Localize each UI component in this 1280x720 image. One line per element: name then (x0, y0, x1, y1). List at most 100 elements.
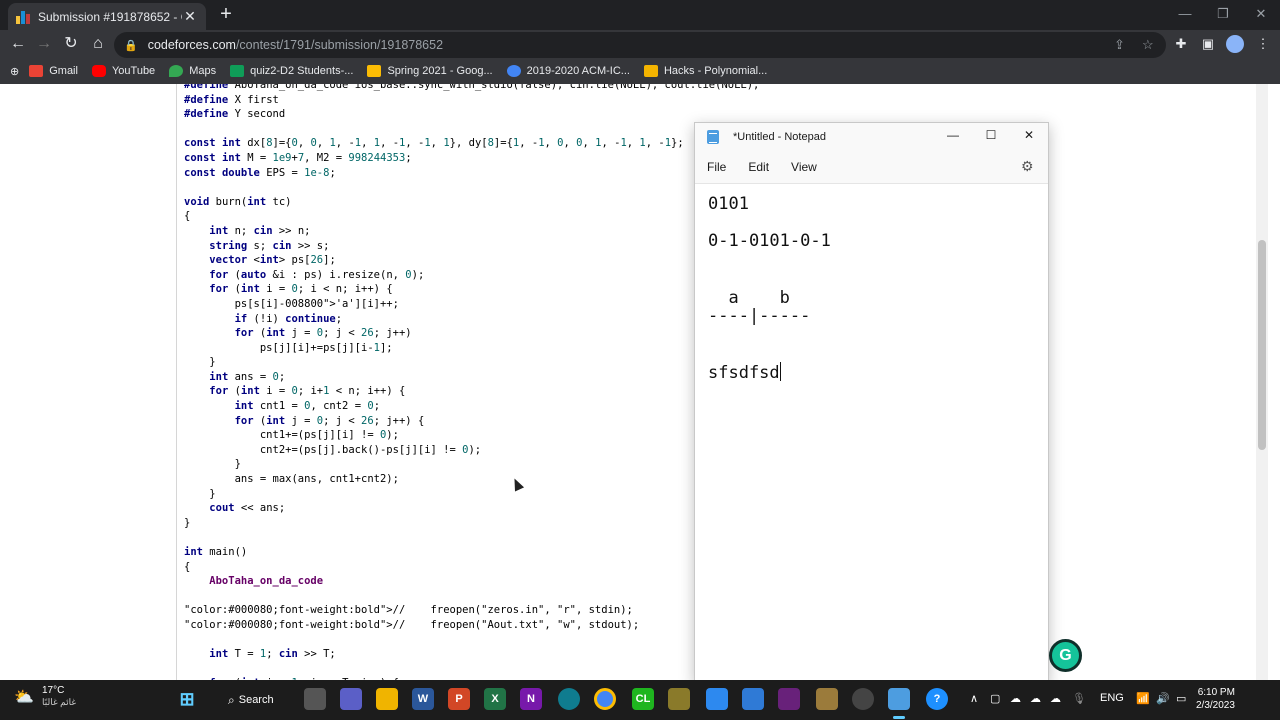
window-close-icon[interactable]: ✕ (1242, 0, 1280, 30)
code-block: #define AboTaha_on_da_code ios_base::syn… (184, 84, 759, 680)
back-icon[interactable]: ← (8, 34, 28, 54)
drive-icon (367, 65, 382, 77)
profile-avatar[interactable] (1226, 35, 1244, 53)
onedrive-2-icon[interactable]: ☁ (1030, 692, 1041, 705)
word-icon[interactable]: W (412, 688, 434, 710)
bookmark-hacks[interactable]: Hacks - Polynomial... (643, 65, 767, 77)
bookmark-spring-2021[interactable]: Spring 2021 - Goog... (367, 65, 493, 77)
wifi-icon[interactable]: 📶 (1136, 692, 1150, 705)
weather-widget[interactable]: ⛅ 17°C غائم غالبًا (14, 684, 76, 708)
tab-close-icon[interactable]: ✕ (182, 8, 198, 25)
url-path: /contest/1791/submission/191878652 (235, 38, 444, 52)
share-icon[interactable]: ⇪ (1114, 37, 1125, 53)
file-explorer-icon[interactable] (376, 688, 398, 710)
notepad-menu-bar: File Edit View (695, 153, 1048, 181)
notepad-close-icon[interactable]: ✕ (1019, 128, 1039, 146)
edge-icon[interactable] (558, 688, 580, 710)
code-line: } (184, 356, 216, 369)
code-line: for (auto &i : ps) i.resize(n, 0); (209, 268, 425, 281)
code-line: int T = 1; cin >> T; (209, 648, 336, 661)
menu-edit[interactable]: Edit (748, 160, 769, 174)
browser-tab-active[interactable]: Submission #191878652 - Codef ✕ (8, 3, 206, 30)
vjudge-icon (506, 65, 521, 77)
notepad-minimize-icon[interactable]: — (943, 128, 963, 146)
notepad-taskbar-icon[interactable] (888, 688, 910, 710)
microphone-icon[interactable]: 🎙 (1072, 692, 1086, 705)
show-hidden-icons-icon[interactable]: ∧ (970, 692, 978, 705)
address-bar[interactable]: 🔒 codeforces.com/contest/1791/submission… (114, 32, 1166, 58)
text-caret (779, 362, 781, 381)
excel-icon[interactable]: X (484, 688, 506, 710)
menu-view[interactable]: View (791, 160, 817, 174)
volume-icon[interactable]: 🔊 (1156, 692, 1170, 705)
notepad-line-5-text: sfsdfsd (708, 363, 780, 383)
code-line: ps[j][i]+=ps[j][i-1]; (184, 341, 393, 354)
windows-taskbar: ⛅ 17°C غائم غالبًا ⊞ ⌕ Search W P X N CL… (0, 680, 1280, 720)
bookmark-acm[interactable]: 2019-2020 ACM-IC... (506, 65, 630, 77)
code-line: AboTaha_on_da_code (184, 575, 324, 588)
settings-gear-icon[interactable]: ⚙ (1021, 158, 1034, 175)
youtube-icon (91, 65, 106, 77)
sheets-icon (230, 65, 245, 77)
gmail-icon (29, 65, 44, 77)
maximize-icon[interactable]: ❐ (1204, 0, 1242, 30)
bookmark-star-icon[interactable]: ☆ (1142, 37, 1154, 53)
clion-icon[interactable]: CL (632, 688, 654, 710)
new-tab-button[interactable]: + (216, 4, 236, 24)
home-icon[interactable]: ⌂ (88, 34, 108, 54)
powerpoint-icon[interactable]: P (448, 688, 470, 710)
menu-file[interactable]: File (707, 160, 726, 174)
grammarly-icon[interactable]: G (1049, 639, 1082, 672)
lock-icon: 🔒 (124, 39, 138, 52)
obs-icon[interactable] (852, 688, 874, 710)
chrome-menu-icon[interactable]: ⋮ (1254, 36, 1272, 54)
bookmark-gmail[interactable]: Gmail (29, 65, 78, 77)
tray-app-icon[interactable]: ▢ (990, 692, 1000, 705)
code-line: ans = max(ans, cnt1+cnt2); (184, 473, 399, 486)
maps-icon (169, 65, 184, 77)
apps-icon[interactable]: ⊕ (10, 65, 19, 78)
bookmark-quiz2[interactable]: quiz2-D2 Students-... (230, 65, 353, 77)
onedrive-icon[interactable]: ☁ (1010, 692, 1021, 705)
battery-icon[interactable]: ▭ (1176, 692, 1186, 705)
vscode-icon[interactable] (742, 688, 764, 710)
onedrive-3-icon[interactable]: ☁ (1050, 692, 1061, 705)
extensions-icon[interactable]: ✚ (1172, 36, 1190, 54)
partly-cloudy-icon: ⛅ (14, 689, 34, 706)
app-icon[interactable] (668, 688, 690, 710)
notepad-text-area[interactable]: 0101 0-1-0101-0-1 a b ----|----- sfsdfsd (695, 183, 1048, 681)
archive-icon[interactable] (816, 688, 838, 710)
system-clock[interactable]: 6:10 PM 2/3/2023 (1196, 686, 1235, 712)
scrollbar-thumb[interactable] (1258, 240, 1266, 450)
bookmark-label: Gmail (49, 65, 78, 77)
code-line: #define X first (184, 93, 279, 106)
chrome-icon[interactable] (594, 688, 616, 710)
code-line: "color:#000080;font-weight:bold">// freo… (184, 604, 633, 617)
page-scrollbar[interactable] (1256, 84, 1268, 680)
reload-icon[interactable]: ↻ (61, 34, 81, 54)
onenote-icon[interactable]: N (520, 688, 542, 710)
task-view-icon[interactable] (304, 688, 326, 710)
weather-temperature: 17°C (42, 685, 65, 696)
forward-icon[interactable]: → (34, 34, 54, 54)
minimize-icon[interactable]: — (1166, 0, 1204, 30)
bookmark-maps[interactable]: Maps (169, 65, 216, 77)
code-line: int ans = 0; (209, 370, 286, 383)
help-icon[interactable]: ? (926, 688, 948, 710)
bookmark-label: quiz2-D2 Students-... (250, 65, 354, 77)
taskbar-search[interactable]: ⌕ Search (220, 687, 286, 713)
bookmark-youtube[interactable]: YouTube (91, 65, 155, 77)
teams-chat-icon[interactable] (340, 688, 362, 710)
notepad-line-4: ----|----- (708, 306, 811, 326)
weather-condition: غائم غالبًا (42, 697, 77, 707)
browser-toolbar: ← → ↻ ⌂ 🔒 codeforces.com/contest/1791/su… (0, 30, 1280, 58)
language-indicator[interactable]: ENG (1100, 692, 1124, 704)
notepad-maximize-icon[interactable]: ☐ (981, 128, 1001, 146)
windows-start-icon[interactable]: ⊞ (176, 688, 198, 710)
visual-studio-icon[interactable] (778, 688, 800, 710)
side-panel-icon[interactable]: ▣ (1199, 36, 1217, 54)
code-line: for (int j = 0; j < 26; j++) (234, 327, 412, 340)
mail-icon[interactable] (706, 688, 728, 710)
codeforces-favicon-icon (16, 10, 30, 24)
